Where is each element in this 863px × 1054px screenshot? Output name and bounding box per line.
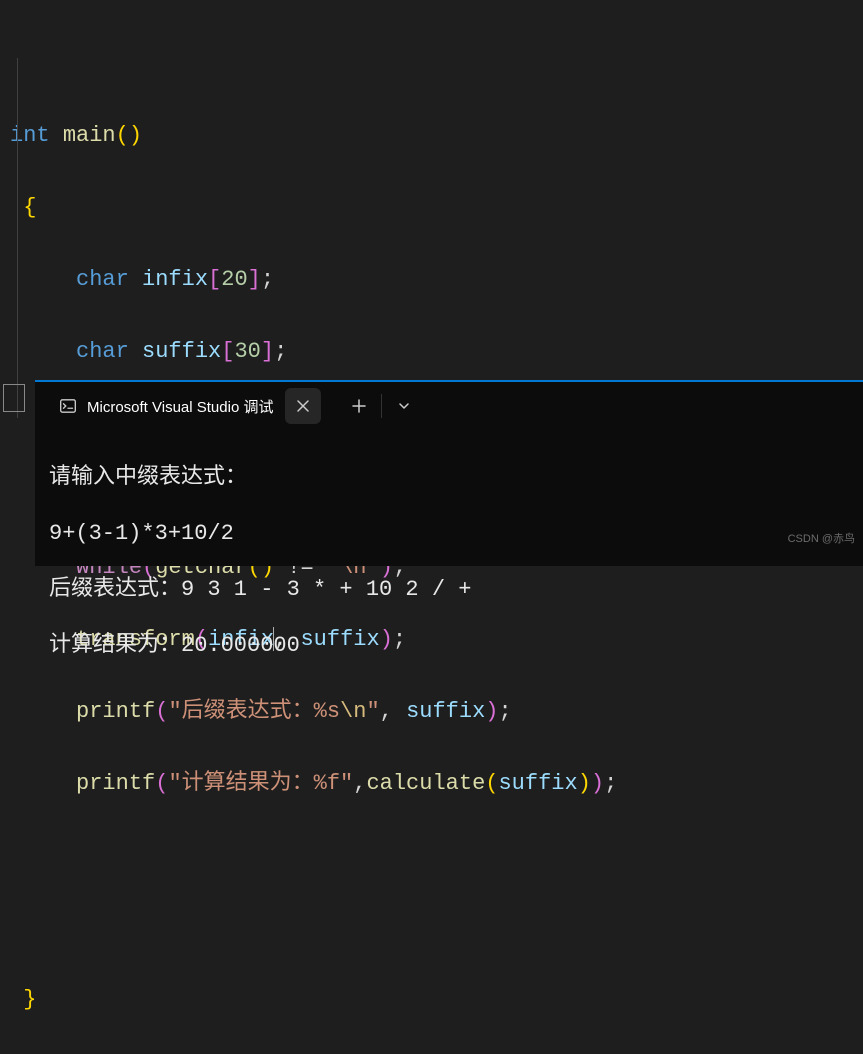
terminal-tab-title: Microsoft Visual Studio 调试 xyxy=(87,396,273,417)
terminal-icon xyxy=(59,397,77,415)
code-line: printf("计算结果为：%f",calculate(suffix)); xyxy=(10,766,863,802)
terminal-body[interactable]: 请输入中缀表达式： 9+(3-1)*3+10/2 后缀表达式：9 3 1 - 3… xyxy=(35,430,863,726)
code-line: int main() xyxy=(10,118,863,154)
close-tab-button[interactable] xyxy=(285,388,321,424)
watermark: CSDN @赤鸟 xyxy=(788,530,855,546)
code-line: } xyxy=(10,982,863,1018)
code-line: { xyxy=(10,190,863,226)
code-line: char suffix[30]; xyxy=(10,334,863,370)
tab-dropdown-button[interactable] xyxy=(386,388,422,424)
terminal-line: 请输入中缀表达式： xyxy=(49,464,849,492)
terminal-line: 后缀表达式：9 3 1 - 3 * + 10 2 / + xyxy=(49,576,849,604)
terminal-panel: Microsoft Visual Studio 调试 请输入中缀表达式： 9+(… xyxy=(35,380,863,566)
code-line: char infix[20]; xyxy=(10,262,863,298)
code-line xyxy=(10,838,863,874)
terminal-tabs: Microsoft Visual Studio 调试 xyxy=(35,382,863,430)
code-line xyxy=(10,910,863,946)
terminal-tab-active[interactable]: Microsoft Visual Studio 调试 xyxy=(47,386,285,426)
terminal-line: 9+(3-1)*3+10/2 xyxy=(49,520,849,548)
add-tab-button[interactable] xyxy=(341,388,377,424)
divider xyxy=(381,394,382,418)
terminal-line: 计算结果为：20.000000 xyxy=(49,632,849,660)
